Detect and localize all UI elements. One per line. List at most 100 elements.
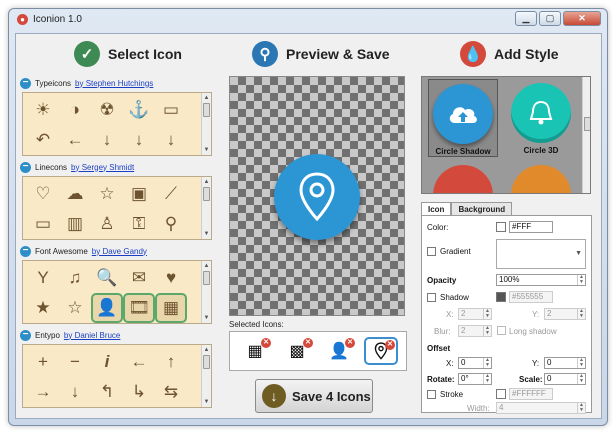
remove-icon[interactable]: ✕ — [261, 338, 271, 348]
color-input[interactable]: #FFF — [509, 221, 553, 233]
search-icon[interactable]: 🔍 — [91, 263, 123, 293]
remove-icon[interactable]: ✕ — [385, 340, 395, 350]
map-pin-icon[interactable]: ✕ — [364, 337, 398, 365]
paint-drop-icon: 💧 — [460, 41, 486, 67]
cloud-icon[interactable]: ☁ — [59, 179, 91, 209]
archive-icon[interactable]: ▭ — [155, 95, 187, 125]
scale-label: Scale: — [519, 375, 543, 384]
icon-set-scrollbar[interactable]: ▲ ▼ — [201, 93, 211, 155]
maximize-button[interactable]: ▢ — [539, 11, 561, 26]
shadow-checkbox[interactable] — [427, 293, 436, 302]
opacity-input[interactable]: 100% ▲ ▼ — [496, 274, 586, 286]
color-swatch[interactable] — [496, 222, 506, 232]
arrow-down-icon[interactable]: ↓ — [59, 377, 91, 407]
star-icon[interactable]: ★ — [27, 293, 59, 323]
tv-icon[interactable]: ▣ — [123, 179, 155, 209]
icon-set-header-entypo: − Entypo by Daniel Bruce — [20, 328, 120, 342]
shadow-color-input[interactable]: #555555 — [509, 291, 553, 303]
author-link[interactable]: by Daniel Bruce — [64, 331, 120, 340]
arrow-up-icon[interactable]: ↑ — [155, 347, 187, 377]
envelope-icon[interactable]: ✉ — [123, 263, 155, 293]
minimize-button[interactable]: ▁ — [515, 11, 537, 26]
shadow-x-input[interactable]: 2 ▲ ▼ — [458, 308, 492, 320]
megaphone-icon[interactable]: ⟋ — [155, 179, 187, 209]
style-tabs: Icon Background — [421, 202, 513, 216]
icon-set-scrollbar[interactable]: ▲ ▼ — [201, 345, 211, 407]
gradient-checkbox[interactable] — [427, 247, 436, 256]
style-circle-shadow[interactable]: Circle Shadow — [428, 79, 498, 157]
user-icon[interactable]: ♙ — [91, 209, 123, 239]
style-circle-3d[interactable]: Circle 3D — [506, 79, 576, 157]
close-button[interactable]: ✕ — [563, 11, 601, 26]
arrow-left-icon[interactable]: ← — [123, 347, 155, 377]
th-large-icon[interactable]: ▦ — [155, 293, 187, 323]
th-icon[interactable]: ▦ ✕ — [238, 337, 272, 365]
style-circle-red[interactable] — [428, 161, 498, 193]
remove-icon[interactable]: ✕ — [345, 338, 355, 348]
cocktail-icon[interactable]: Y — [27, 263, 59, 293]
th-large-icon[interactable]: ▩ ✕ — [280, 337, 314, 365]
collapse-icon[interactable]: − — [20, 161, 31, 173]
plus-icon[interactable]: + — [27, 347, 59, 377]
arrow-right-icon[interactable]: → — [27, 377, 59, 407]
arrow-left-icon[interactable]: ← — [59, 125, 91, 155]
stroke-checkbox[interactable] — [427, 390, 436, 399]
film-icon[interactable]: 🎞 — [123, 293, 155, 323]
stroke-color-input[interactable]: #FFFFFF — [509, 388, 553, 400]
search-icon[interactable]: ⚲ — [155, 209, 187, 239]
user-icon[interactable]: 👤 — [91, 293, 123, 323]
icon-set-scrollbar[interactable]: ▲ ▼ — [201, 177, 211, 239]
style-preview-icon — [511, 165, 571, 193]
author-link[interactable]: by Dave Gandy — [92, 247, 147, 256]
stroke-color-swatch[interactable] — [496, 389, 506, 399]
arrow-down-outline-icon[interactable]: ↓ — [91, 125, 123, 155]
style-gallery-scrollbar[interactable] — [582, 77, 590, 193]
minus-icon[interactable]: − — [59, 347, 91, 377]
turn-right-icon[interactable]: ↳ — [123, 377, 155, 407]
arrow-down-icon[interactable]: ↓ — [123, 125, 155, 155]
arrow-down-thin-icon[interactable]: ↓ — [155, 125, 187, 155]
anchor-icon[interactable]: ⚓ — [123, 95, 155, 125]
undo-icon[interactable]: ↶ — [27, 125, 59, 155]
tab-background[interactable]: Background — [451, 202, 513, 216]
shadow-y-input[interactable]: 2 ▲ ▼ — [544, 308, 586, 320]
music-icon[interactable]: ♫ — [59, 263, 91, 293]
info-icon[interactable]: i — [91, 347, 123, 377]
star-icon[interactable]: ☆ — [91, 179, 123, 209]
offset-x-input[interactable]: 0 ▲ ▼ — [458, 357, 492, 369]
collapse-icon[interactable]: − — [20, 245, 31, 257]
sun-icon[interactable]: ☀ — [27, 95, 59, 125]
shadow-y-label: Y: — [532, 310, 540, 319]
video-icon[interactable]: ▭ — [27, 209, 59, 239]
star-outline-icon[interactable]: ☆ — [59, 293, 91, 323]
shadow-color-swatch[interactable] — [496, 292, 506, 302]
scale-input[interactable]: 0 ▲ ▼ — [544, 373, 586, 385]
user-icon[interactable]: 👤 ✕ — [322, 337, 356, 365]
tab-icon[interactable]: Icon — [421, 202, 452, 216]
key-icon[interactable]: ⚿ — [123, 209, 155, 239]
gradient-select[interactable]: ▼ — [496, 239, 586, 269]
long-shadow-checkbox[interactable] — [497, 326, 506, 335]
author-link[interactable]: by Stephen Hutchings — [75, 79, 153, 88]
icon-set-grid-linecons: ♡ ☁ ☆ ▣ ⟋ ▭ ▥ ♙ ⚿ ⚲ ▲ ▼ — [22, 176, 212, 240]
blur-input[interactable]: 2 ▲ ▼ — [458, 325, 492, 337]
trash-icon[interactable]: ▥ — [59, 209, 91, 239]
remove-icon[interactable]: ✕ — [303, 338, 313, 348]
contrast-icon[interactable]: ◑ — [59, 95, 91, 125]
heart-icon[interactable]: ♡ — [27, 179, 59, 209]
stroke-width-input[interactable]: 4 ▲ ▼ — [496, 402, 586, 414]
rotate-input[interactable]: 0° ▲ ▼ — [458, 373, 492, 385]
swap-icon[interactable]: ⇆ — [155, 377, 187, 407]
icon-properties: Color: #FFF Gradient ▼ Opacity 100% ▲ ▼ Sh… — [421, 215, 592, 414]
collapse-icon[interactable]: − — [20, 329, 31, 341]
style-circle-orange[interactable] — [506, 161, 576, 193]
icon-set-scrollbar[interactable]: ▲ ▼ — [201, 261, 211, 323]
author-link[interactable]: by Sergey Shmidt — [71, 163, 134, 172]
heart-icon[interactable]: ♥ — [155, 263, 187, 293]
turn-left-icon[interactable]: ↰ — [91, 377, 123, 407]
collapse-icon[interactable]: − — [20, 77, 31, 89]
offset-y-input[interactable]: 0 ▲ ▼ — [544, 357, 586, 369]
lock-icon[interactable]: ☢ — [91, 95, 123, 125]
save-icons-button[interactable]: ↓ Save 4 Icons — [255, 379, 373, 413]
cloud-upload-icon — [433, 84, 493, 144]
